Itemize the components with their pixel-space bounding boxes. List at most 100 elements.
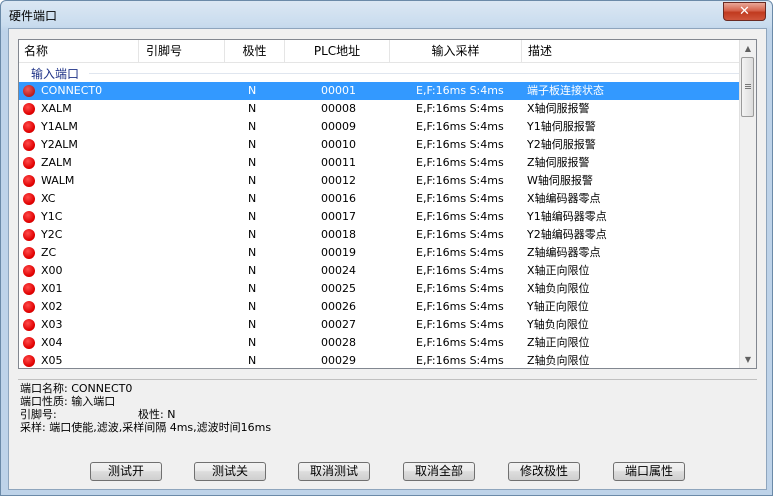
status-dot-icon	[23, 301, 35, 313]
vertical-scrollbar[interactable]: ▲ ▼	[739, 40, 756, 368]
cell-polarity: N	[248, 300, 257, 313]
cell-description: X轴负向限位	[527, 282, 590, 295]
table-row[interactable]: ZALM N 00011 E,F:16ms S:4ms Z轴伺服报警	[19, 154, 743, 172]
cell-input-sampling: E,F:16ms S:4ms	[416, 138, 504, 151]
column-header-plc-address[interactable]: PLC地址	[285, 40, 390, 62]
cell-input-sampling: E,F:16ms S:4ms	[416, 264, 504, 277]
column-header-input-sampling[interactable]: 输入采样	[390, 40, 522, 62]
cell-name: CONNECT0	[41, 84, 103, 97]
port-rows: CONNECT0 N 00001 E,F:16ms S:4ms 端子板连接状态 XALM N…	[19, 82, 743, 368]
table-row[interactable]: Y1ALM N 00009 E,F:16ms S:4ms Y1轴伺服报警	[19, 118, 743, 136]
cell-plc-address: 00018	[321, 228, 356, 241]
cell-plc-address: 00025	[321, 282, 356, 295]
status-dot-icon	[23, 247, 35, 259]
cell-description: Y2轴编码器零点	[527, 228, 607, 241]
cell-polarity: N	[248, 354, 257, 367]
cell-plc-address: 00024	[321, 264, 356, 277]
cancel-test-button[interactable]: 取消测试	[298, 462, 370, 481]
list-header: 名称 引脚号 极性 PLC地址 输入采样 描述	[19, 40, 743, 63]
status-dot-icon	[23, 211, 35, 223]
table-row[interactable]: X03 N 00027 E,F:16ms S:4ms Y轴负向限位	[19, 316, 743, 334]
window-title: 硬件端口	[9, 9, 58, 23]
status-dot-icon	[23, 157, 35, 169]
cell-polarity: N	[248, 282, 257, 295]
cell-polarity: N	[248, 264, 257, 277]
scroll-up-arrow-icon[interactable]: ▲	[740, 40, 756, 57]
table-row[interactable]: WALM N 00012 E,F:16ms S:4ms W轴伺服报警	[19, 172, 743, 190]
cell-polarity: N	[248, 210, 257, 223]
cell-input-sampling: E,F:16ms S:4ms	[416, 210, 504, 223]
column-header-description[interactable]: 描述	[522, 40, 743, 62]
title-bar[interactable]: 硬件端口 ✕	[1, 1, 772, 27]
cell-description: Y2轴伺服报警	[527, 138, 596, 151]
dialog-client-area: 名称 引脚号 极性 PLC地址 输入采样 描述 输入端口 CONNECT0 N 00…	[8, 28, 767, 490]
cell-description: Z轴正向限位	[527, 336, 590, 349]
cell-plc-address: 00010	[321, 138, 356, 151]
table-row[interactable]: CONNECT0 N 00001 E,F:16ms S:4ms 端子板连接状态	[19, 82, 743, 100]
port-list[interactable]: 名称 引脚号 极性 PLC地址 输入采样 描述 输入端口 CONNECT0 N 00…	[18, 39, 757, 369]
status-dot-icon	[23, 193, 35, 205]
scrollbar-thumb[interactable]	[741, 57, 754, 117]
cell-description: Y1轴编码器零点	[527, 210, 607, 223]
port-properties-button[interactable]: 端口属性	[613, 462, 685, 481]
cell-name: XC	[41, 192, 56, 205]
cell-name: XALM	[41, 102, 72, 115]
cell-description: Y轴正向限位	[527, 300, 589, 313]
cell-polarity: N	[248, 156, 257, 169]
cell-name: X02	[41, 300, 63, 313]
cell-plc-address: 00028	[321, 336, 356, 349]
cell-description: Z轴伺服报警	[527, 156, 590, 169]
cell-description: W轴伺服报警	[527, 174, 593, 187]
table-row[interactable]: Y2C N 00018 E,F:16ms S:4ms Y2轴编码器零点	[19, 226, 743, 244]
cell-name: Y2ALM	[41, 138, 78, 151]
cell-name: X00	[41, 264, 63, 277]
cell-input-sampling: E,F:16ms S:4ms	[416, 120, 504, 133]
grip-icon	[745, 84, 751, 85]
cell-description: Y1轴伺服报警	[527, 120, 596, 133]
table-row[interactable]: XC N 00016 E,F:16ms S:4ms X轴编码器零点	[19, 190, 743, 208]
cell-name: ZALM	[41, 156, 72, 169]
group-header-input-ports[interactable]: 输入端口	[19, 62, 743, 82]
button-bar: 测试开 测试关 取消测试 取消全部 修改极性 端口属性	[9, 462, 768, 486]
group-label: 输入端口	[31, 67, 80, 81]
cell-name: Y2C	[41, 228, 63, 241]
cell-polarity: N	[248, 228, 257, 241]
cell-name: X03	[41, 318, 63, 331]
test-on-button[interactable]: 测试开	[90, 462, 162, 481]
cancel-all-button[interactable]: 取消全部	[403, 462, 475, 481]
cell-plc-address: 00017	[321, 210, 356, 223]
table-row[interactable]: X04 N 00028 E,F:16ms S:4ms Z轴正向限位	[19, 334, 743, 352]
table-row[interactable]: X00 N 00024 E,F:16ms S:4ms X轴正向限位	[19, 262, 743, 280]
table-row[interactable]: X02 N 00026 E,F:16ms S:4ms Y轴正向限位	[19, 298, 743, 316]
table-row[interactable]: X05 N 00029 E,F:16ms S:4ms Z轴负向限位	[19, 352, 743, 368]
cell-name: Y1C	[41, 210, 63, 223]
info-port-name: 端口名称: CONNECT0	[20, 382, 133, 395]
status-dot-icon	[23, 139, 35, 151]
scroll-down-arrow-icon[interactable]: ▼	[740, 351, 756, 368]
cell-name: X05	[41, 354, 63, 367]
column-header-pin[interactable]: 引脚号	[139, 40, 225, 62]
status-dot-icon	[23, 229, 35, 241]
table-row[interactable]: XALM N 00008 E,F:16ms S:4ms X轴伺服报警	[19, 100, 743, 118]
table-row[interactable]: X01 N 00025 E,F:16ms S:4ms X轴负向限位	[19, 280, 743, 298]
table-row[interactable]: Y2ALM N 00010 E,F:16ms S:4ms Y2轴伺服报警	[19, 136, 743, 154]
column-header-name[interactable]: 名称	[19, 40, 139, 62]
table-row[interactable]: Y1C N 00017 E,F:16ms S:4ms Y1轴编码器零点	[19, 208, 743, 226]
close-button[interactable]: ✕	[723, 2, 766, 21]
cell-name: X01	[41, 282, 63, 295]
status-dot-icon	[23, 85, 35, 97]
cell-description: 端子板连接状态	[527, 84, 604, 97]
cell-plc-address: 00026	[321, 300, 356, 313]
cell-polarity: N	[248, 102, 257, 115]
cell-polarity: N	[248, 84, 257, 97]
cell-plc-address: 00029	[321, 354, 356, 367]
test-off-button[interactable]: 测试关	[194, 462, 266, 481]
cell-polarity: N	[248, 174, 257, 187]
column-header-polarity[interactable]: 极性	[225, 40, 285, 62]
cell-plc-address: 00012	[321, 174, 356, 187]
modify-polarity-button[interactable]: 修改极性	[508, 462, 580, 481]
status-dot-icon	[23, 103, 35, 115]
table-row[interactable]: ZC N 00019 E,F:16ms S:4ms Z轴编码器零点	[19, 244, 743, 262]
info-polarity: 极性: N	[138, 408, 176, 421]
status-dot-icon	[23, 355, 35, 367]
